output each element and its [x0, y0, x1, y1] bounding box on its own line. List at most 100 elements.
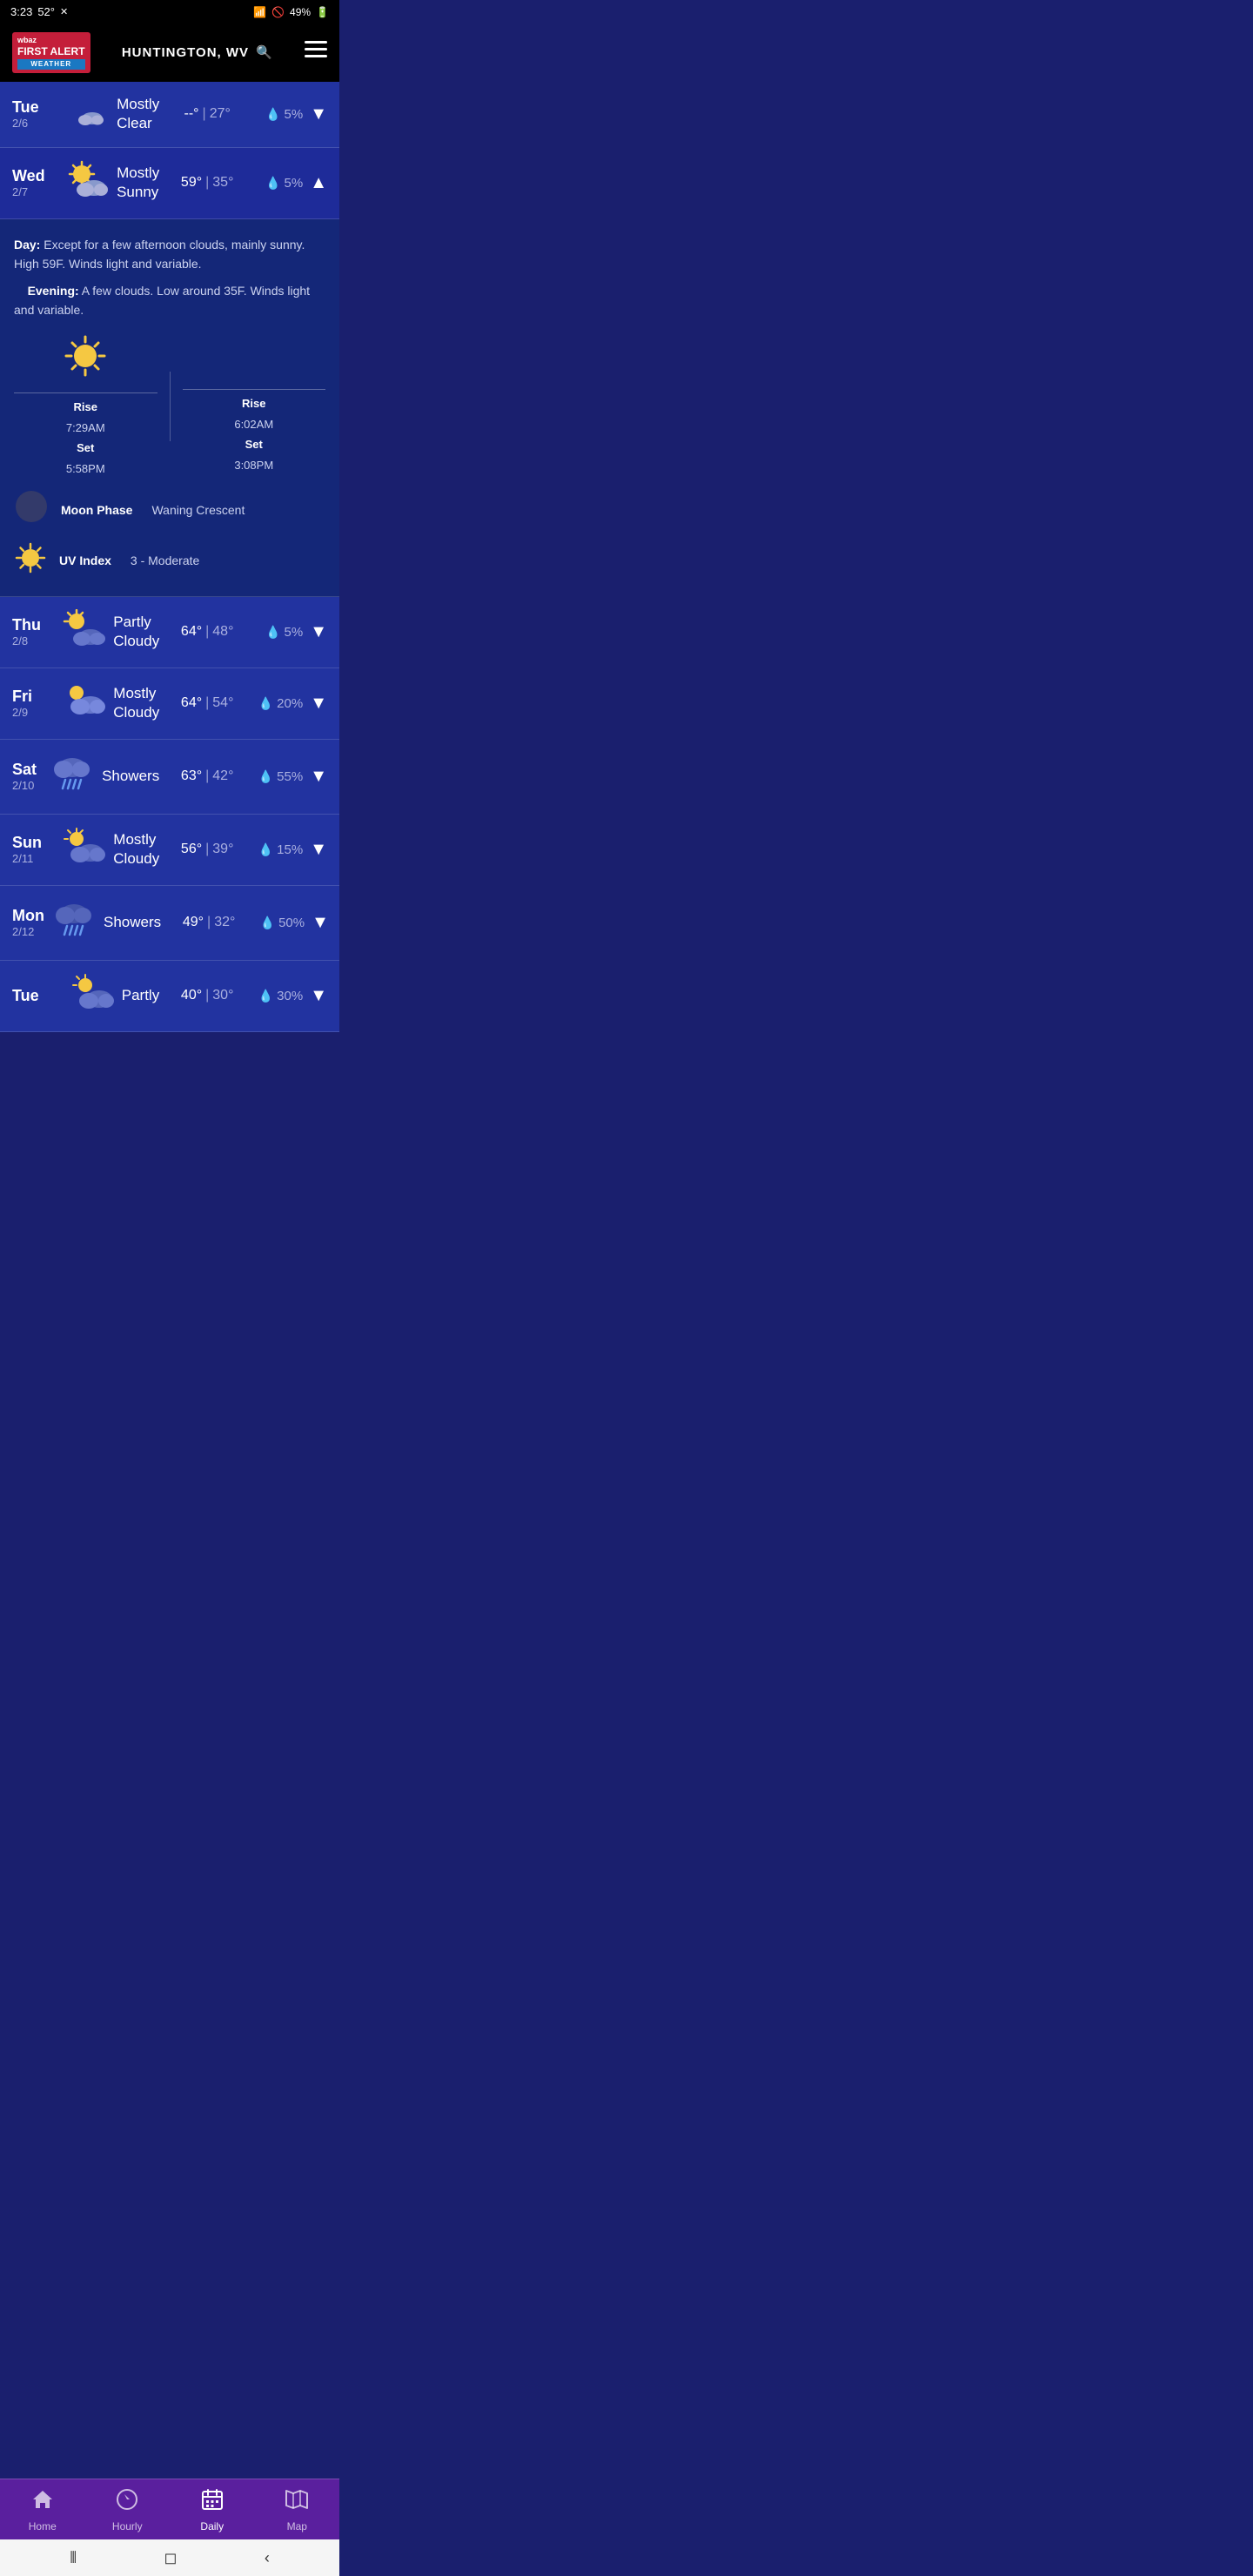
bottom-nav: Home Hourly Daily	[0, 2479, 339, 2539]
day-info-5: Sun 2/11	[12, 834, 54, 865]
forecast-row-3[interactable]: Fri 2/9 MostlyCloudy 64° | 54° 💧 20% ▼	[0, 668, 339, 740]
weather-desc-5: MostlyCloudy	[113, 830, 159, 869]
day-info-3: Fri 2/9	[12, 688, 54, 719]
hourly-icon	[116, 2488, 138, 2517]
home-icon	[31, 2488, 54, 2517]
uv-index-label: UV Index	[59, 553, 111, 567]
weather-desc-6: Showers	[104, 913, 161, 932]
temps-0: --° | 27°	[159, 106, 255, 122]
weather-icon-1	[64, 160, 110, 206]
status-time: 3:23	[10, 5, 32, 18]
temps-7: 40° | 30°	[159, 988, 255, 1003]
temps-3: 64° | 54°	[159, 695, 255, 711]
moon-rise-set: Rise 6:02AM Set 3:08PM	[234, 393, 273, 475]
weather-icon-5	[61, 827, 106, 873]
precip-1: 💧 5%	[255, 176, 303, 191]
day-info-0: Tue 2/6	[12, 98, 61, 130]
weather-desc-0: MostlyClear	[117, 95, 159, 133]
chevron-2[interactable]: ▼	[310, 622, 327, 642]
nav-hourly-label: Hourly	[112, 2520, 143, 2532]
temps-1: 59° | 35°	[159, 175, 255, 191]
sun-icon-large	[63, 333, 108, 387]
location-text: HUNTINGTON, WV	[122, 45, 249, 60]
home-button[interactable]: ◻	[164, 2549, 177, 2567]
chevron-7[interactable]: ▼	[310, 986, 327, 1006]
temps-4: 63° | 42°	[159, 768, 255, 784]
day-info-4: Sat 2/10	[12, 761, 43, 792]
weather-icon-6	[51, 898, 97, 948]
expanded-detail-wed: Day: Except for a few afternoon clouds, …	[0, 219, 339, 597]
precip-6: 💧 50%	[257, 916, 305, 930]
map-icon	[285, 2488, 308, 2517]
app-logo: wbaz FIRST ALERT WEATHER	[12, 32, 90, 73]
forecast-row-4[interactable]: Sat 2/10 Showers 63° | 42° 💧 55% ▼	[0, 740, 339, 815]
forecast-row-7[interactable]: Tue Partly 40° | 30° 💧 30% ▼	[0, 961, 339, 1032]
sun-rise-set: Rise 7:29AM Set 5:58PM	[66, 397, 105, 479]
chevron-1[interactable]: ▲	[310, 173, 327, 193]
weather-desc-2: PartlyCloudy	[113, 613, 159, 651]
status-close: ✕	[60, 6, 68, 17]
moon-phase-value: Waning Crescent	[151, 503, 245, 517]
temps-5: 56° | 39°	[159, 842, 255, 857]
chevron-5[interactable]: ▼	[310, 840, 327, 860]
forecast-row-2[interactable]: Thu 2/8 PartlyCloudy 64° | 48° 💧 5%	[0, 597, 339, 668]
moon-icon-large	[235, 337, 273, 384]
logo-weather: WEATHER	[17, 59, 85, 70]
status-temp: 52°	[37, 5, 55, 18]
logo-first-alert: FIRST ALERT	[17, 45, 85, 57]
nav-map-label: Map	[287, 2520, 307, 2532]
search-icon[interactable]: 🔍	[256, 44, 273, 60]
temps-2: 64° | 48°	[159, 624, 255, 640]
forecast-list: Tue 2/6 MostlyClear --° | 27° 💧 5% ▼	[0, 82, 339, 1145]
wifi-icon: 📶	[253, 6, 266, 18]
precip-2: 💧 5%	[255, 625, 303, 640]
nav-daily[interactable]: Daily	[182, 2488, 243, 2532]
weather-icon-3	[61, 681, 106, 727]
chevron-6[interactable]: ▼	[312, 913, 329, 933]
nav-daily-label: Daily	[200, 2520, 224, 2532]
chevron-4[interactable]: ▼	[310, 767, 327, 787]
evening-detail-text: Evening: A few clouds. Low around 35F. W…	[14, 281, 325, 320]
nav-hourly[interactable]: Hourly	[97, 2488, 157, 2532]
precip-7: 💧 30%	[255, 989, 303, 1003]
status-bar: 3:23 52° ✕ 📶 🚫 49% 🔋	[0, 0, 339, 23]
recents-button[interactable]: ⦀	[70, 2549, 77, 2567]
moon-phase-row: Moon Phase Waning Crescent	[14, 489, 325, 531]
moon-phase-icon	[14, 489, 49, 531]
moon-phase-label: Moon Phase	[61, 503, 132, 517]
temps-6: 49° | 32°	[161, 915, 257, 930]
block-icon: 🚫	[271, 6, 285, 18]
back-button[interactable]: ‹	[265, 2549, 270, 2567]
logo-wbaz: wbaz	[17, 36, 37, 45]
forecast-row-5[interactable]: Sun 2/11 MostlyCloudy 56° | 39° 💧 15%	[0, 815, 339, 886]
chevron-3[interactable]: ▼	[310, 694, 327, 714]
uv-index-value: 3 - Moderate	[131, 553, 199, 567]
day-info-7: Tue	[12, 987, 63, 1005]
status-right: 📶 🚫 49% 🔋	[253, 6, 329, 18]
precip-3: 💧 20%	[255, 696, 303, 711]
weather-icon-7	[70, 973, 115, 1019]
forecast-row-6[interactable]: Mon 2/12 Showers 49° | 32° 💧 50% ▼	[0, 886, 339, 961]
system-nav: ⦀ ◻ ‹	[0, 2539, 339, 2576]
day-name-0: Tue	[12, 98, 61, 117]
chevron-0[interactable]: ▼	[310, 104, 327, 124]
forecast-row-0[interactable]: Tue 2/6 MostlyClear --° | 27° 💧 5% ▼	[0, 82, 339, 148]
sun-moon-divider	[170, 372, 171, 441]
uv-row: UV Index 3 - Moderate	[14, 541, 325, 580]
precip-5: 💧 15%	[255, 842, 303, 857]
weather-desc-3: MostlyCloudy	[113, 684, 159, 722]
header-location: HUNTINGTON, WV 🔍	[122, 44, 273, 60]
day-date-1: 2/7	[12, 185, 57, 198]
weather-icon-4	[50, 752, 95, 802]
uv-icon	[14, 541, 47, 580]
forecast-row-1[interactable]: Wed 2/7 MostlySunny 59°	[0, 148, 339, 219]
battery-icon: 🔋	[316, 6, 329, 18]
nav-home-label: Home	[29, 2520, 57, 2532]
menu-button[interactable]	[305, 41, 327, 64]
nav-home[interactable]: Home	[12, 2488, 73, 2532]
day-info-2: Thu 2/8	[12, 616, 54, 647]
daily-icon	[201, 2488, 224, 2517]
battery-pct: 49%	[290, 6, 311, 18]
nav-map[interactable]: Map	[266, 2488, 327, 2532]
weather-icon-2	[61, 609, 106, 655]
